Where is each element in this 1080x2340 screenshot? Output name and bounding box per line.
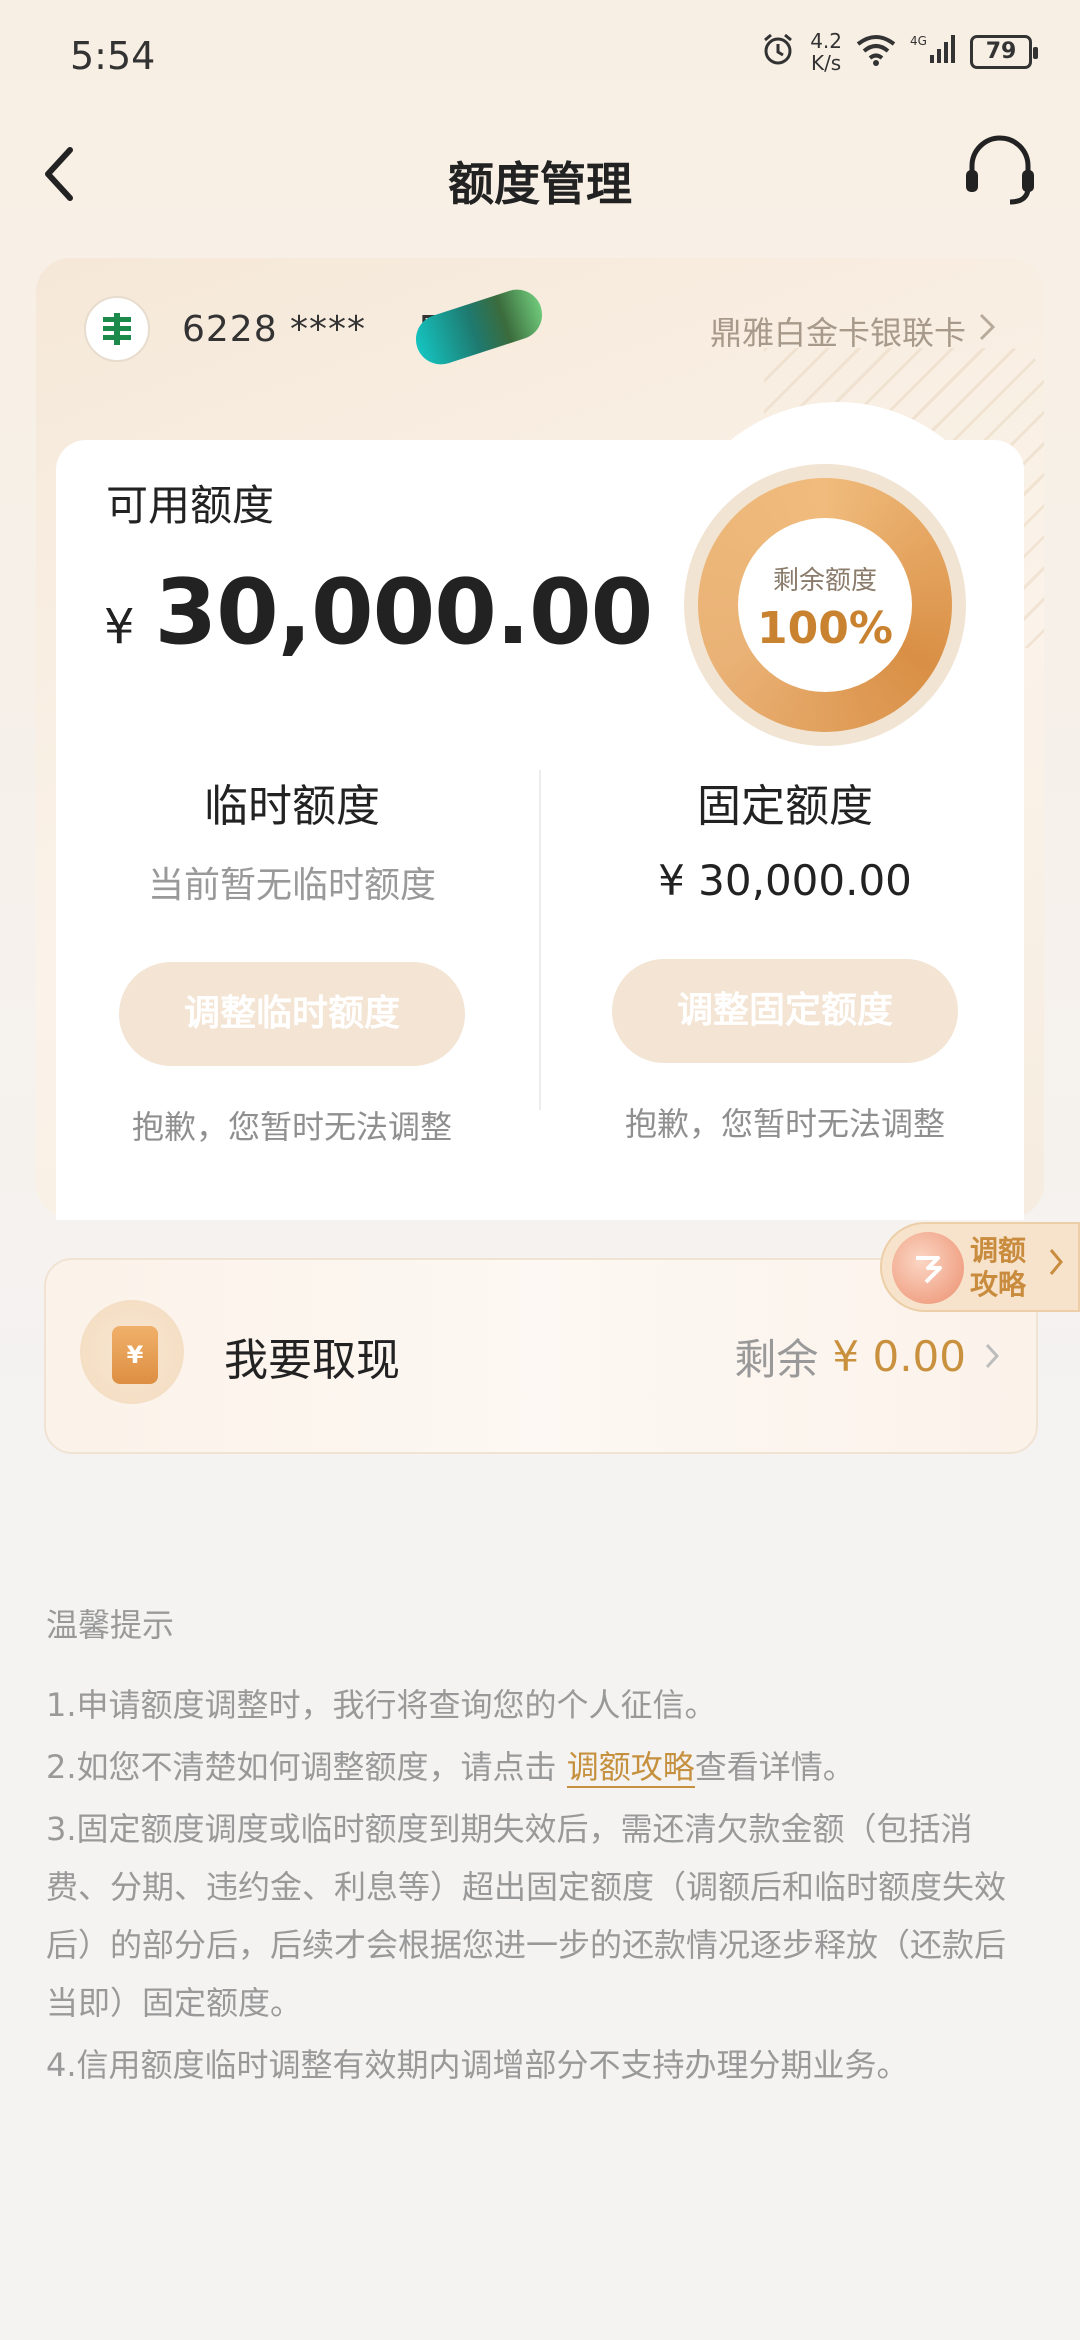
cash-remaining-label: 剩余 <box>734 1335 819 1384</box>
status-time: 5:54 <box>70 34 156 78</box>
battery-icon: 79 <box>970 35 1038 69</box>
temporary-limit-title: 临时额度 <box>204 781 380 832</box>
tip-item-2-suffix: 查看详情。 <box>694 1748 855 1786</box>
fixed-limit-title: 固定额度 <box>697 781 873 832</box>
remaining-limit-percent: 100% <box>757 603 893 654</box>
remaining-limit-center: 剩余额度 100% <box>738 518 912 692</box>
tip-item-1: 1.申请额度调整时，我行将查询您的个人征信。 <box>46 1686 717 1724</box>
available-limit-amount: ¥ 30,000.00 <box>104 560 654 665</box>
available-limit-value: 30,000.00 <box>154 560 654 665</box>
card-number-masked: 6228 **** <box>182 308 367 350</box>
navigation-bar: 额度管理 <box>0 110 1080 230</box>
guide-label-line1: 调额 <box>970 1234 1027 1267</box>
cellular-signal-icon: 4G <box>910 33 956 72</box>
guide-icon <box>892 1232 964 1304</box>
chevron-right-icon <box>1048 1246 1064 1286</box>
card-type-label: 鼎雅白金卡银联卡 <box>709 314 966 352</box>
fixed-limit-section: 固定额度 ¥ 30,000.00 调整固定额度 抱歉，您暂时无法调整 <box>575 770 995 1145</box>
limit-guide-link[interactable]: 调额攻略 <box>566 1748 695 1788</box>
bank-logo-icon <box>84 296 150 362</box>
currency-symbol: ¥ <box>104 599 135 655</box>
limit-guide-tab[interactable]: 调额 攻略 <box>880 1222 1080 1312</box>
tips-title: 温馨提示 <box>46 1606 175 1644</box>
signal-label: 4G <box>910 34 927 48</box>
page-title: 额度管理 <box>448 157 632 211</box>
wifi-icon <box>856 34 896 70</box>
chevron-right-icon <box>978 312 996 350</box>
alarm-icon <box>760 32 796 72</box>
adjust-fixed-limit-button[interactable]: 调整固定额度 <box>612 959 958 1063</box>
network-speed-value: 4.2 <box>810 29 842 53</box>
cash-remaining: 剩余 ¥ 0.00 <box>734 1326 1000 1387</box>
available-limit-label: 可用额度 <box>106 481 275 530</box>
guide-label-line2: 攻略 <box>970 1268 1027 1301</box>
column-divider <box>539 770 541 1110</box>
temporary-limit-status: 当前暂无临时额度 <box>147 865 436 906</box>
adjust-temporary-limit-button[interactable]: 调整临时额度 <box>119 962 465 1066</box>
status-icons: 4.2 K/s 4G 79 <box>760 30 1038 74</box>
temporary-limit-section: 临时额度 当前暂无临时额度 调整临时额度 抱歉，您暂时无法调整 <box>82 770 502 1148</box>
tip-item-2-text: 2.如您不清楚如何调整额度，请点击 <box>46 1748 567 1786</box>
chevron-right-icon <box>984 1334 1000 1380</box>
network-speed: 4.2 K/s <box>810 30 842 74</box>
network-speed-unit: K/s <box>810 51 842 75</box>
pouch-shape: ¥ <box>112 1326 158 1384</box>
card-info-row[interactable]: 6228 **** 52 鼎雅白金卡银联卡 <box>84 283 1024 371</box>
cash-withdrawal-label: 我要取现 <box>224 1335 400 1386</box>
redaction-mark <box>409 283 549 371</box>
headset-icon[interactable] <box>960 130 1040 210</box>
guide-label: 调额 攻略 <box>970 1234 1040 1302</box>
tip-item-3: 3.固定额度调度或临时额度到期失效后，需还清欠款金额（包括消费、分期、违约金、利… <box>46 1810 1007 2022</box>
fixed-limit-note: 抱歉，您暂时无法调整 <box>624 1105 945 1143</box>
cash-pouch-icon: ¥ <box>80 1300 184 1404</box>
tips-section: 温馨提示 1.申请额度调整时，我行将查询您的个人征信。 2.如您不清楚如何调整额… <box>46 1600 1026 2098</box>
tip-item-4: 4.信用额度临时调整有效期内调增部分不支持办理分期业务。 <box>46 2046 909 2084</box>
cash-remaining-amount: ¥ 0.00 <box>832 1332 966 1381</box>
tip-item-2: 2.如您不清楚如何调整额度，请点击 调额攻略查看详情。 <box>46 1738 1026 1796</box>
temporary-limit-note: 抱歉，您暂时无法调整 <box>131 1108 452 1146</box>
status-bar: 5:54 4.2 K/s 4G 79 <box>0 0 1080 120</box>
remaining-limit-label: 剩余额度 <box>772 566 877 596</box>
card-type[interactable]: 鼎雅白金卡银联卡 <box>710 308 996 354</box>
fixed-limit-value: ¥ 30,000.00 <box>658 856 912 905</box>
